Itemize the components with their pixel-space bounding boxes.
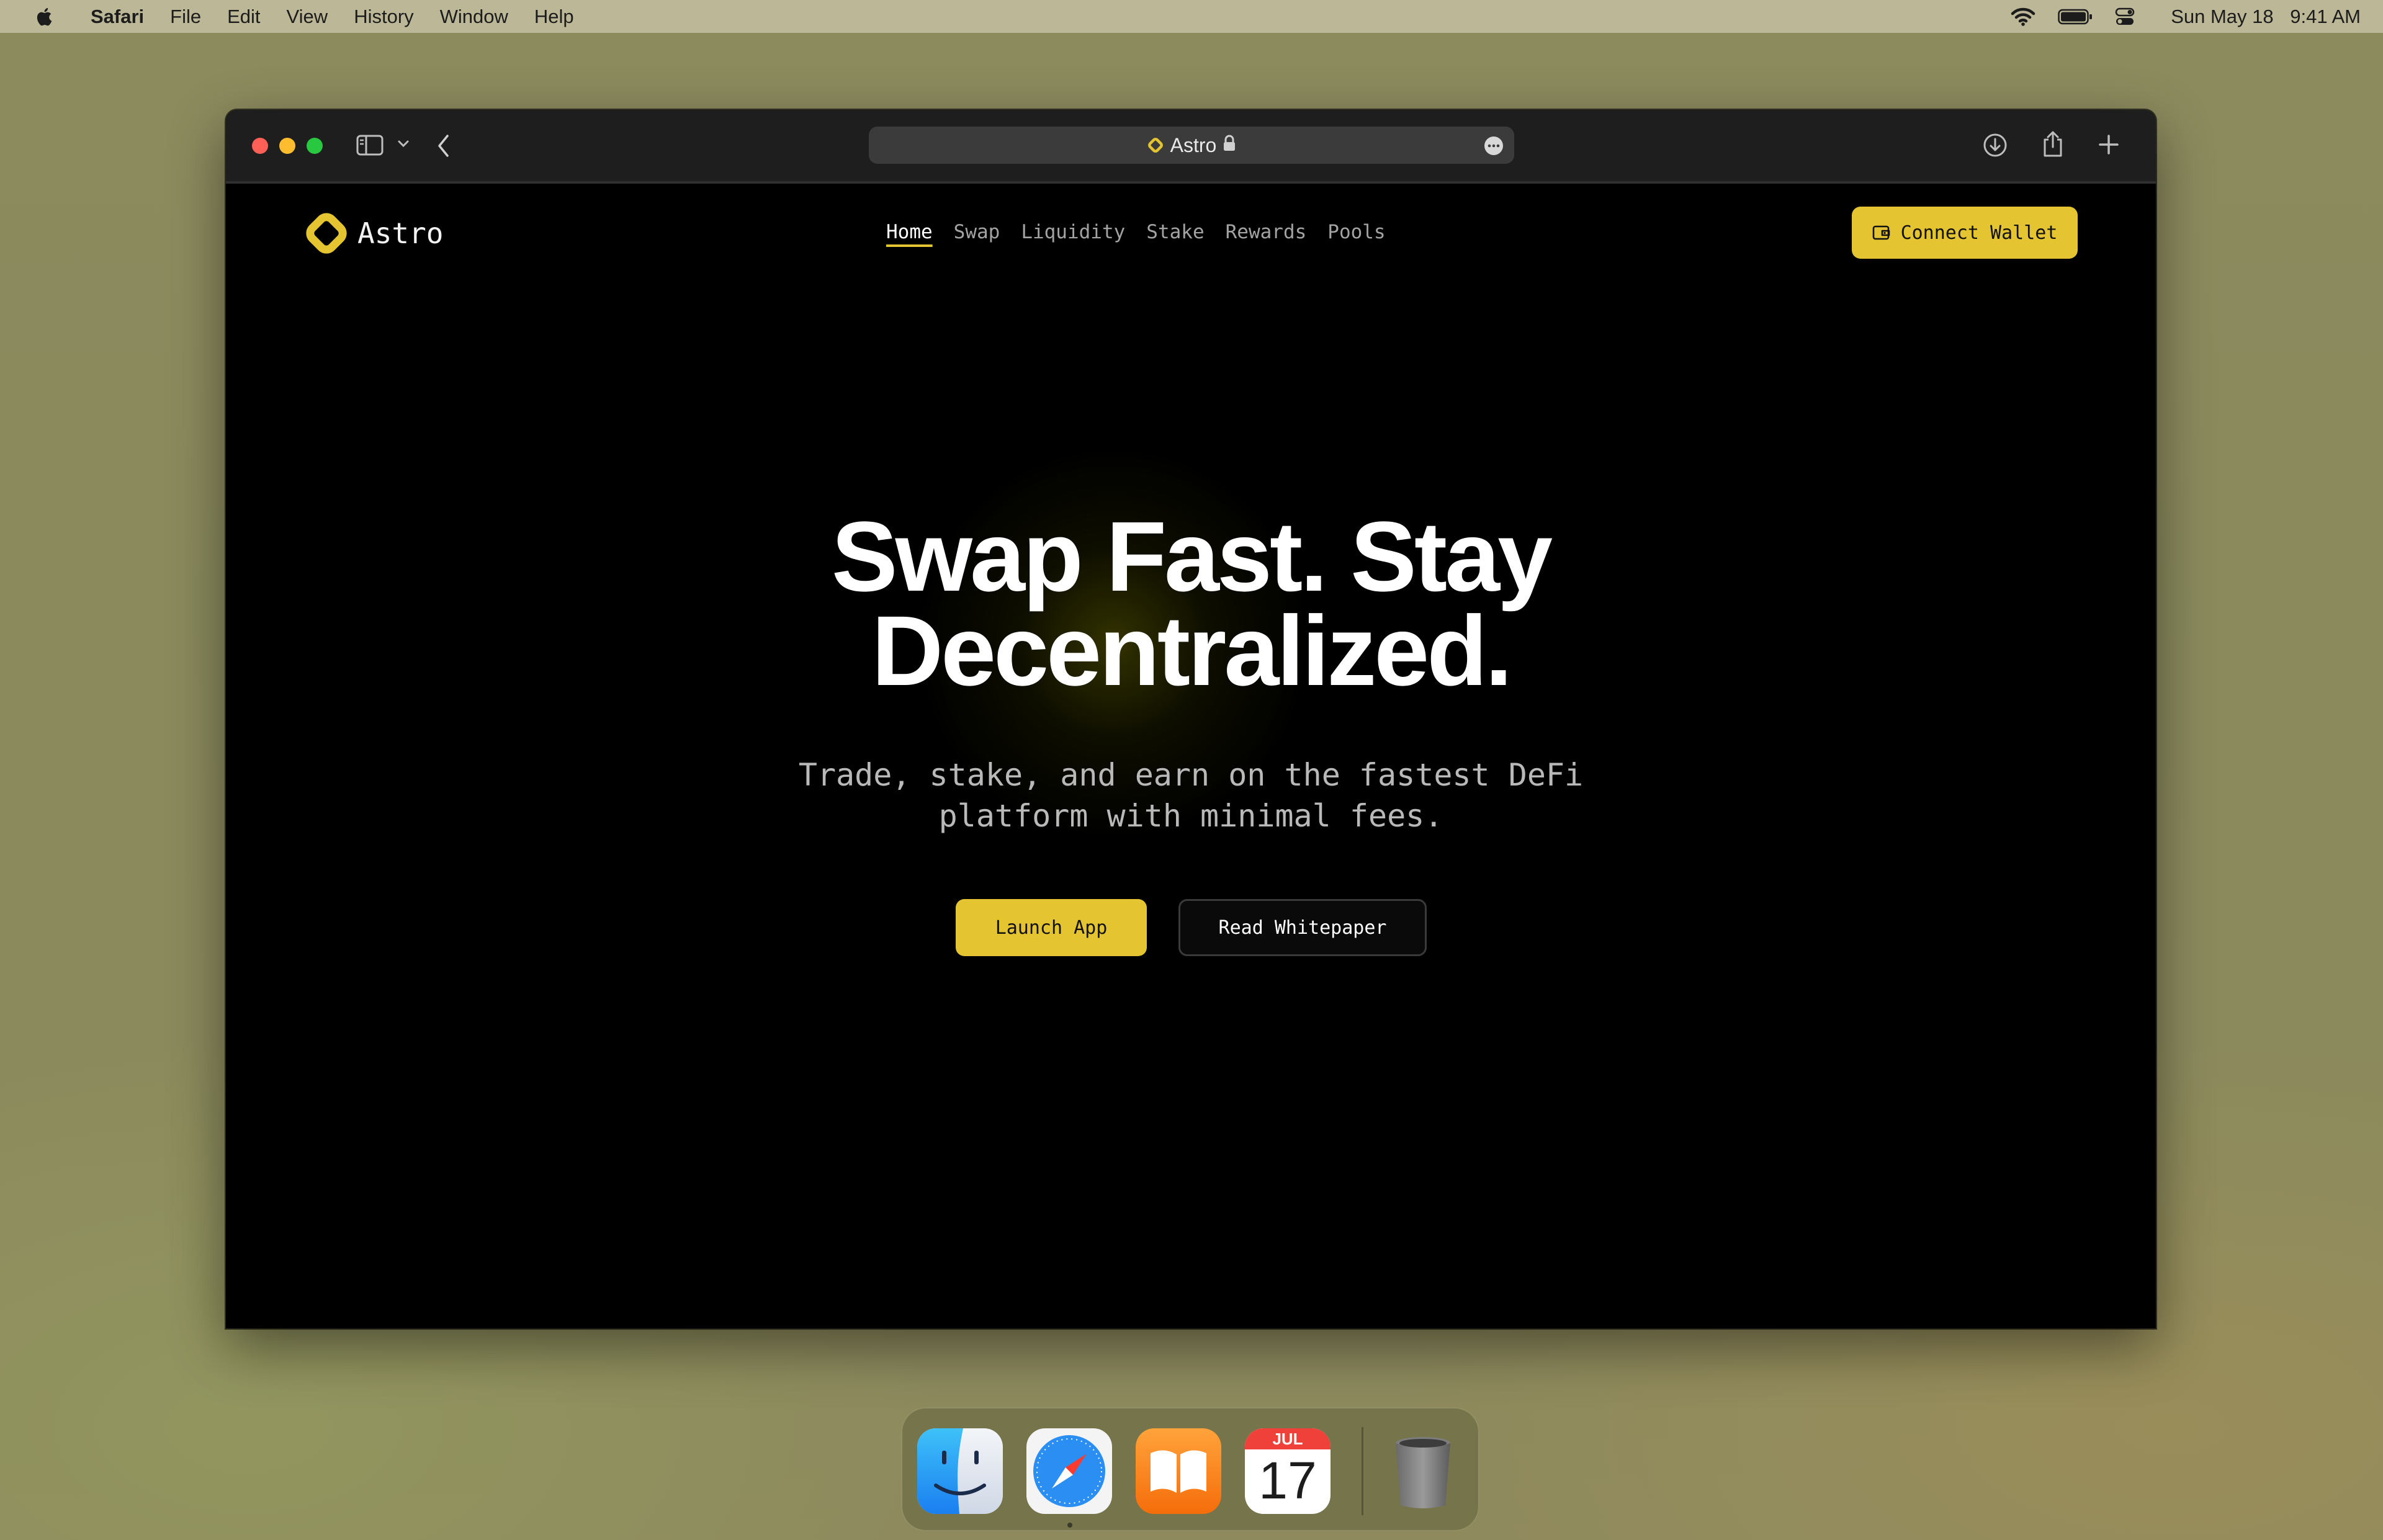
menu-help[interactable]: Help xyxy=(534,6,574,28)
hero-headline: Swap Fast. Stay Decentralized. xyxy=(226,501,2156,706)
launch-app-button[interactable]: Launch App xyxy=(956,899,1147,956)
books-dock-icon[interactable] xyxy=(1136,1428,1221,1514)
trash-dock-icon[interactable] xyxy=(1380,1428,1466,1514)
astro-logo[interactable]: Astro xyxy=(302,208,443,258)
connect-wallet-label: Connect Wallet xyxy=(1900,222,2058,244)
safari-dock-icon[interactable] xyxy=(1026,1428,1112,1514)
nav-stake[interactable]: Stake xyxy=(1146,221,1204,243)
menu-view[interactable]: View xyxy=(287,6,328,28)
menu-clock[interactable]: Sun May 18 9:41 AM xyxy=(2160,6,2361,28)
chevron-down-icon[interactable] xyxy=(397,140,410,148)
hero-headline-line-1: Swap Fast. Stay xyxy=(831,501,1553,612)
astro-landing-page: Astro Home Swap Liquidity Stake Rewards … xyxy=(226,184,2156,1328)
battery-icon[interactable] xyxy=(2058,9,2093,25)
control-center-icon[interactable] xyxy=(2115,7,2135,27)
more-icon[interactable] xyxy=(1484,137,1503,155)
nav-rewards[interactable]: Rewards xyxy=(1226,221,1307,243)
minimize-window-button[interactable] xyxy=(279,138,295,154)
browser-toolbar: Astro xyxy=(226,110,2156,184)
nav-pools[interactable]: Pools xyxy=(1327,221,1385,243)
menu-app-name[interactable]: Safari xyxy=(91,6,144,28)
download-icon[interactable] xyxy=(1982,132,2008,158)
back-icon[interactable] xyxy=(436,133,452,158)
finder-dock-icon[interactable] xyxy=(917,1428,1003,1514)
sidebar-icon[interactable] xyxy=(356,135,384,156)
main-nav: Home Swap Liquidity Stake Rewards Pools xyxy=(886,221,1407,243)
menu-bar: Safari File Edit View History Window Hel… xyxy=(0,0,2383,33)
close-window-button[interactable] xyxy=(252,138,268,154)
menu-history[interactable]: History xyxy=(354,6,413,28)
hero-subtitle: Trade, stake, and earn on the fastest De… xyxy=(226,754,2156,836)
menu-window[interactable]: Window xyxy=(440,6,508,28)
nav-swap[interactable]: Swap xyxy=(954,221,1000,243)
connect-wallet-button[interactable]: Connect Wallet xyxy=(1852,207,2078,259)
read-whitepaper-button[interactable]: Read Whitepaper xyxy=(1178,899,1427,956)
wifi-icon[interactable] xyxy=(2011,7,2035,26)
lock-icon xyxy=(1223,134,1236,157)
astro-logo-icon xyxy=(306,213,347,254)
dock: JUL 17 xyxy=(901,1407,1479,1531)
nav-home[interactable]: Home xyxy=(886,221,933,243)
menu-time: 9:41 AM xyxy=(2290,5,2361,27)
address-bar[interactable]: Astro xyxy=(869,127,1514,164)
dock-separator xyxy=(1362,1427,1363,1515)
menu-date: Sun May 18 xyxy=(2171,5,2274,27)
hero-headline-line-2: Decentralized. xyxy=(871,595,1513,706)
zoom-window-button[interactable] xyxy=(307,138,323,154)
hero-subtitle-line-2: platform with minimal fees. xyxy=(938,798,1443,834)
astro-favicon-icon xyxy=(1147,138,1163,153)
apple-icon[interactable] xyxy=(35,6,56,27)
calendar-dock-icon[interactable]: JUL 17 xyxy=(1245,1428,1331,1514)
safari-running-indicator xyxy=(1067,1523,1072,1528)
wallet-icon xyxy=(1872,225,1890,240)
calendar-day: 17 xyxy=(1259,1451,1317,1510)
menu-file[interactable]: File xyxy=(170,6,201,28)
calendar-month: JUL xyxy=(1245,1428,1331,1449)
new-tab-icon[interactable] xyxy=(2098,133,2120,156)
share-icon[interactable] xyxy=(2040,130,2065,158)
hero-subtitle-line-1: Trade, stake, and earn on the fastest De… xyxy=(798,757,1584,793)
brand-name: Astro xyxy=(357,217,444,250)
safari-window: Astro Astro Home Swap Liquidity Stake Re… xyxy=(226,110,2156,1328)
address-bar-title: Astro xyxy=(1170,133,1217,156)
menu-edit[interactable]: Edit xyxy=(227,6,260,28)
nav-liquidity[interactable]: Liquidity xyxy=(1021,221,1125,243)
